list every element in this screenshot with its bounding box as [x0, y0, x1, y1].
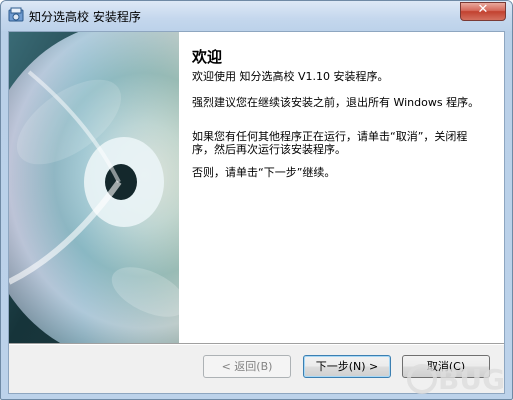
- back-button[interactable]: < 返回(B): [203, 355, 291, 378]
- footer-divider: [9, 343, 504, 345]
- continue-instructions: 否则，请单击“下一步”继续。: [192, 166, 336, 179]
- cancel-instructions: 如果您有任何其他程序正在运行，请单击“取消”，关闭程序，然后再次运行该安装程序。: [192, 130, 468, 156]
- watermark-text: BUG: [438, 363, 505, 396]
- close-button[interactable]: ✕: [460, 2, 506, 21]
- cd-banner-image: [9, 32, 179, 343]
- welcome-text: 欢迎使用 知分选高校 V1.10 安装程序。: [192, 70, 389, 83]
- close-programs-advice: 强烈建议您在继续该安装之前，退出所有 Windows 程序。: [192, 96, 480, 109]
- installer-app-icon: [8, 7, 24, 22]
- wizard-body: 欢迎 欢迎使用 知分选高校 V1.10 安装程序。 强烈建议您在继续该安装之前，…: [8, 31, 505, 394]
- cd-disc-graphic: [9, 32, 179, 343]
- site-watermark-logo: BUG: [407, 363, 505, 396]
- close-icon: ✕: [477, 2, 489, 17]
- page-title: 欢迎: [192, 48, 223, 66]
- installer-window: 知分选高校 安装程序 ✕ 欢迎 欢迎使用 知分选高校 V1.10 安装程序。 强…: [0, 0, 513, 400]
- welcome-panel: 欢迎 欢迎使用 知分选高校 V1.10 安装程序。 强烈建议您在继续该安装之前，…: [179, 32, 504, 343]
- window-title: 知分选高校 安装程序: [29, 10, 141, 24]
- next-button[interactable]: 下一步(N) >: [303, 355, 391, 378]
- title-bar[interactable]: 知分选高校 安装程序 ✕: [1, 1, 512, 31]
